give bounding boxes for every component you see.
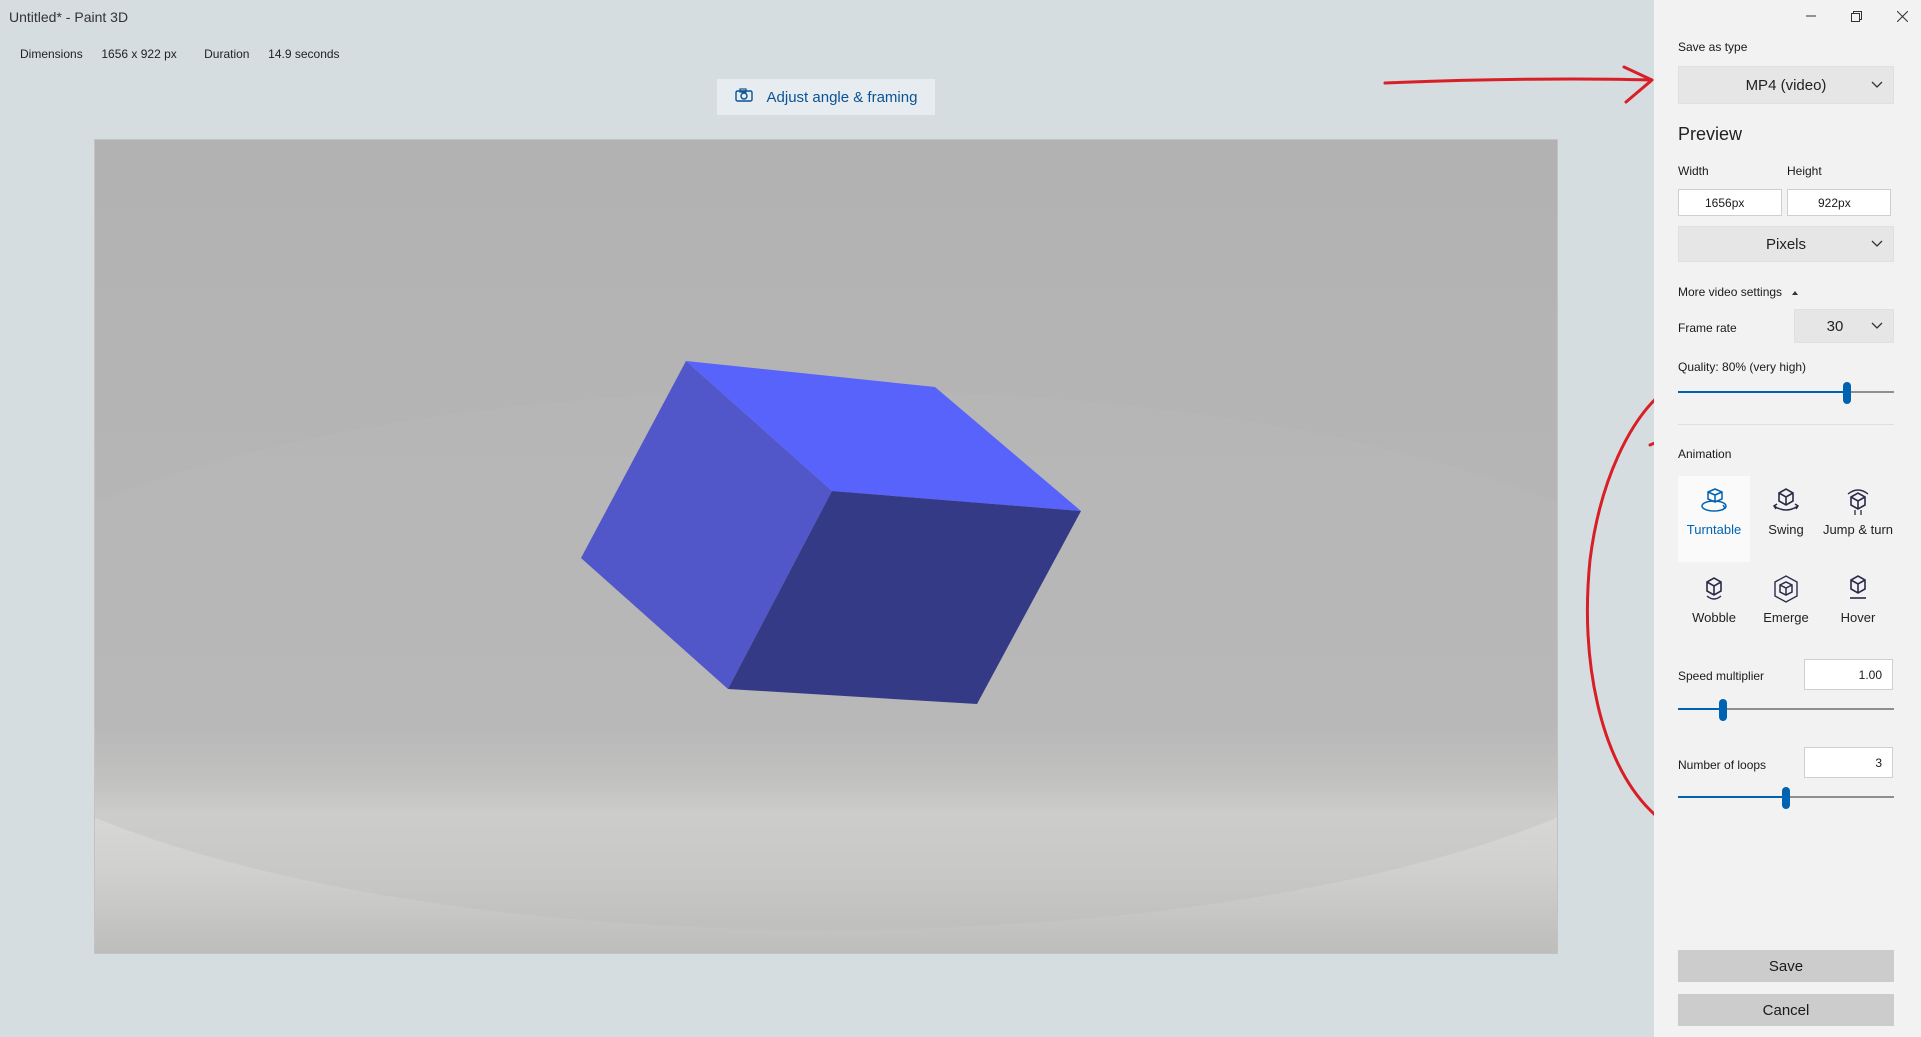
quality-label: Quality: 80% (very high) <box>1678 360 1807 374</box>
animation-hover-label: Hover <box>1840 610 1876 625</box>
restore-button[interactable] <box>1839 6 1873 26</box>
jump-turn-icon <box>1847 489 1869 515</box>
save-button[interactable]: Save <box>1678 950 1894 982</box>
animation-hover[interactable]: Hover <box>1822 564 1894 650</box>
save-as-type-dropdown[interactable]: MP4 (video) <box>1678 66 1894 104</box>
quality-slider-thumb[interactable] <box>1843 382 1852 404</box>
speed-multiplier-input[interactable]: 1.00 <box>1804 659 1893 690</box>
swing-icon <box>1772 488 1800 511</box>
width-input[interactable]: 1656px <box>1678 189 1782 216</box>
animation-turntable-label: Turntable <box>1686 522 1742 537</box>
frame-rate-value: 30 <box>1826 317 1844 335</box>
preview-heading: Preview <box>1678 124 1743 144</box>
document-info: Dimensions 1656 x 922 px Duration 14.9 s… <box>20 47 364 61</box>
duration-label: Duration <box>204 47 250 61</box>
height-input[interactable]: 922px <box>1787 189 1891 216</box>
dimensions-label: Dimensions <box>20 47 83 61</box>
window-title: Untitled* - Paint 3D <box>9 9 129 25</box>
adjust-angle-button[interactable]: Adjust angle & framing <box>717 79 935 115</box>
save-as-type-value: MP4 (video) <box>1745 76 1827 94</box>
animation-emerge[interactable]: Emerge <box>1750 564 1822 650</box>
more-settings-label: More video settings <box>1678 285 1783 299</box>
animation-emerge-label: Emerge <box>1763 610 1809 625</box>
close-icon <box>1896 10 1908 22</box>
quality-slider[interactable] <box>1678 382 1894 404</box>
loops-slider-thumb[interactable] <box>1782 787 1790 809</box>
units-value: Pixels <box>1765 235 1806 253</box>
animation-jump-turn[interactable]: Jump & turn <box>1822 476 1894 566</box>
more-video-settings-toggle[interactable]: More video settings <box>1678 285 1799 299</box>
minimize-button[interactable] <box>1794 6 1828 26</box>
adjust-angle-label: Adjust angle & framing <box>766 88 918 106</box>
animation-label: Animation <box>1678 447 1732 461</box>
animation-jump-turn-label: Jump & turn <box>1822 522 1894 537</box>
close-button[interactable] <box>1885 6 1919 26</box>
wobble-icon <box>1706 577 1722 600</box>
cancel-button[interactable]: Cancel <box>1678 994 1894 1026</box>
minimize-icon <box>1806 15 1816 17</box>
animation-swing[interactable]: Swing <box>1750 476 1822 562</box>
dimensions-value: 1656 x 922 px <box>101 47 177 61</box>
number-of-loops-input[interactable]: 3 <box>1804 747 1893 778</box>
units-dropdown[interactable]: Pixels <box>1678 226 1894 262</box>
scene-svg <box>95 361 1557 930</box>
annotation-arrow <box>1383 65 1654 104</box>
save-as-type-label: Save as type <box>1678 40 1748 54</box>
animation-swing-label: Swing <box>1768 522 1804 537</box>
height-label: Height <box>1787 164 1822 178</box>
animation-wobble-label: Wobble <box>1692 610 1736 625</box>
width-label: Width <box>1678 164 1709 178</box>
speed-slider-thumb[interactable] <box>1719 699 1728 721</box>
turntable-icon <box>1701 488 1727 512</box>
chevron-down-icon <box>1871 322 1883 329</box>
divider <box>1678 424 1894 425</box>
number-of-loops-slider[interactable] <box>1678 787 1894 809</box>
frame-rate-label: Frame rate <box>1678 321 1737 335</box>
number-of-loops-label: Number of loops <box>1678 758 1767 772</box>
speed-multiplier-slider[interactable] <box>1678 699 1894 721</box>
emerge-icon <box>1774 575 1798 603</box>
export-panel: Save as type MP4 (video) Preview Width H… <box>1654 0 1921 1037</box>
frame-rate-dropdown[interactable]: 30 <box>1794 309 1894 343</box>
animation-turntable[interactable]: Turntable <box>1678 476 1750 562</box>
preview-canvas[interactable] <box>94 139 1558 954</box>
chevron-down-icon <box>1871 240 1883 247</box>
hover-icon <box>1850 575 1866 599</box>
speed-multiplier-label: Speed multiplier <box>1678 669 1765 683</box>
chevron-down-icon <box>1871 81 1883 88</box>
chevron-up-icon <box>1792 291 1799 295</box>
animation-wobble[interactable]: Wobble <box>1678 564 1750 650</box>
camera-icon <box>734 88 753 106</box>
restore-icon <box>1850 10 1862 22</box>
duration-value: 14.9 seconds <box>268 47 340 61</box>
